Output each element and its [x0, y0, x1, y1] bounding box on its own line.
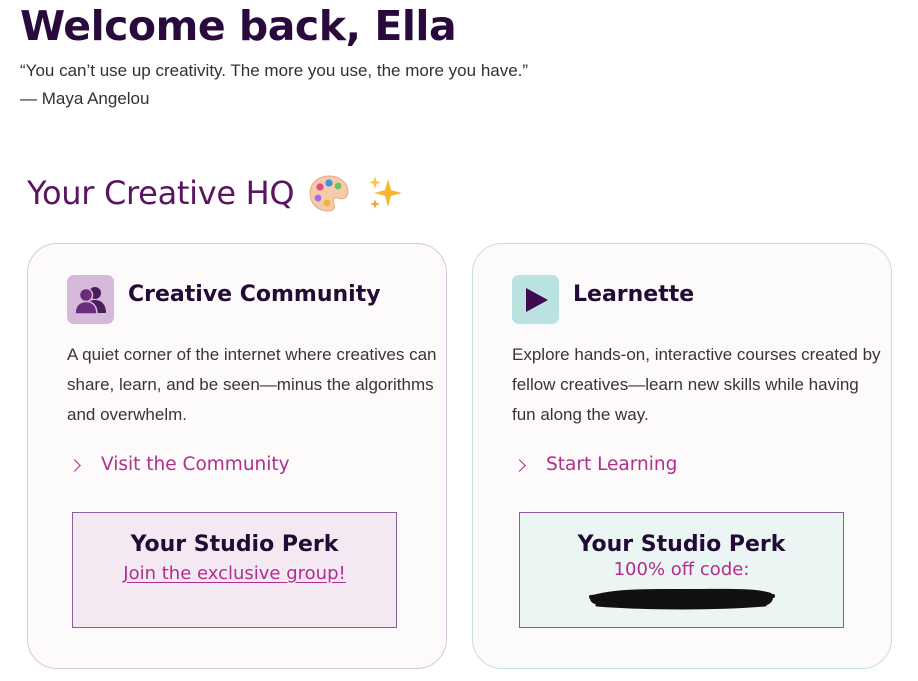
quote-author: — Maya Angelou	[20, 89, 150, 108]
redacted-code-scribble	[588, 588, 775, 610]
creative-hq-heading: Your Creative HQ	[27, 171, 406, 215]
section-title: Your Creative HQ	[27, 174, 295, 212]
sparkles-icon	[366, 173, 406, 213]
start-learning-link[interactable]: Start Learning	[513, 454, 678, 475]
start-learning-label: Start Learning	[546, 454, 678, 475]
learnette-card-description: Explore hands-on, interactive courses cr…	[512, 345, 881, 424]
community-people-icon	[67, 275, 114, 324]
learnette-perk-box: Your Studio Perk 100% off code:	[519, 512, 844, 628]
chevron-right-icon	[513, 458, 526, 472]
visit-community-link[interactable]: Visit the Community	[68, 454, 290, 475]
community-card: Creative Community A quiet corner of the…	[27, 243, 447, 669]
community-card-title: Creative Community	[128, 282, 381, 307]
discount-code-label: 100% off code:	[613, 559, 750, 580]
play-icon	[512, 275, 559, 324]
community-card-description: A quiet corner of the internet where cre…	[67, 345, 437, 424]
chevron-right-icon	[68, 458, 81, 472]
community-perk-title: Your Studio Perk	[130, 532, 339, 557]
community-perk-box: Your Studio Perk Join the exclusive grou…	[72, 512, 397, 628]
learnette-card: Learnette Explore hands-on, interactive …	[472, 243, 892, 669]
learnette-card-title: Learnette	[573, 282, 695, 307]
quote-text: “You can’t use up creativity. The more y…	[20, 61, 529, 80]
visit-community-label: Visit the Community	[101, 454, 290, 475]
artist-palette-icon	[308, 173, 350, 213]
welcome-heading: Welcome back, Ella	[20, 2, 457, 50]
learnette-perk-title: Your Studio Perk	[577, 532, 786, 557]
join-group-link[interactable]: Join the exclusive group!	[123, 563, 345, 584]
